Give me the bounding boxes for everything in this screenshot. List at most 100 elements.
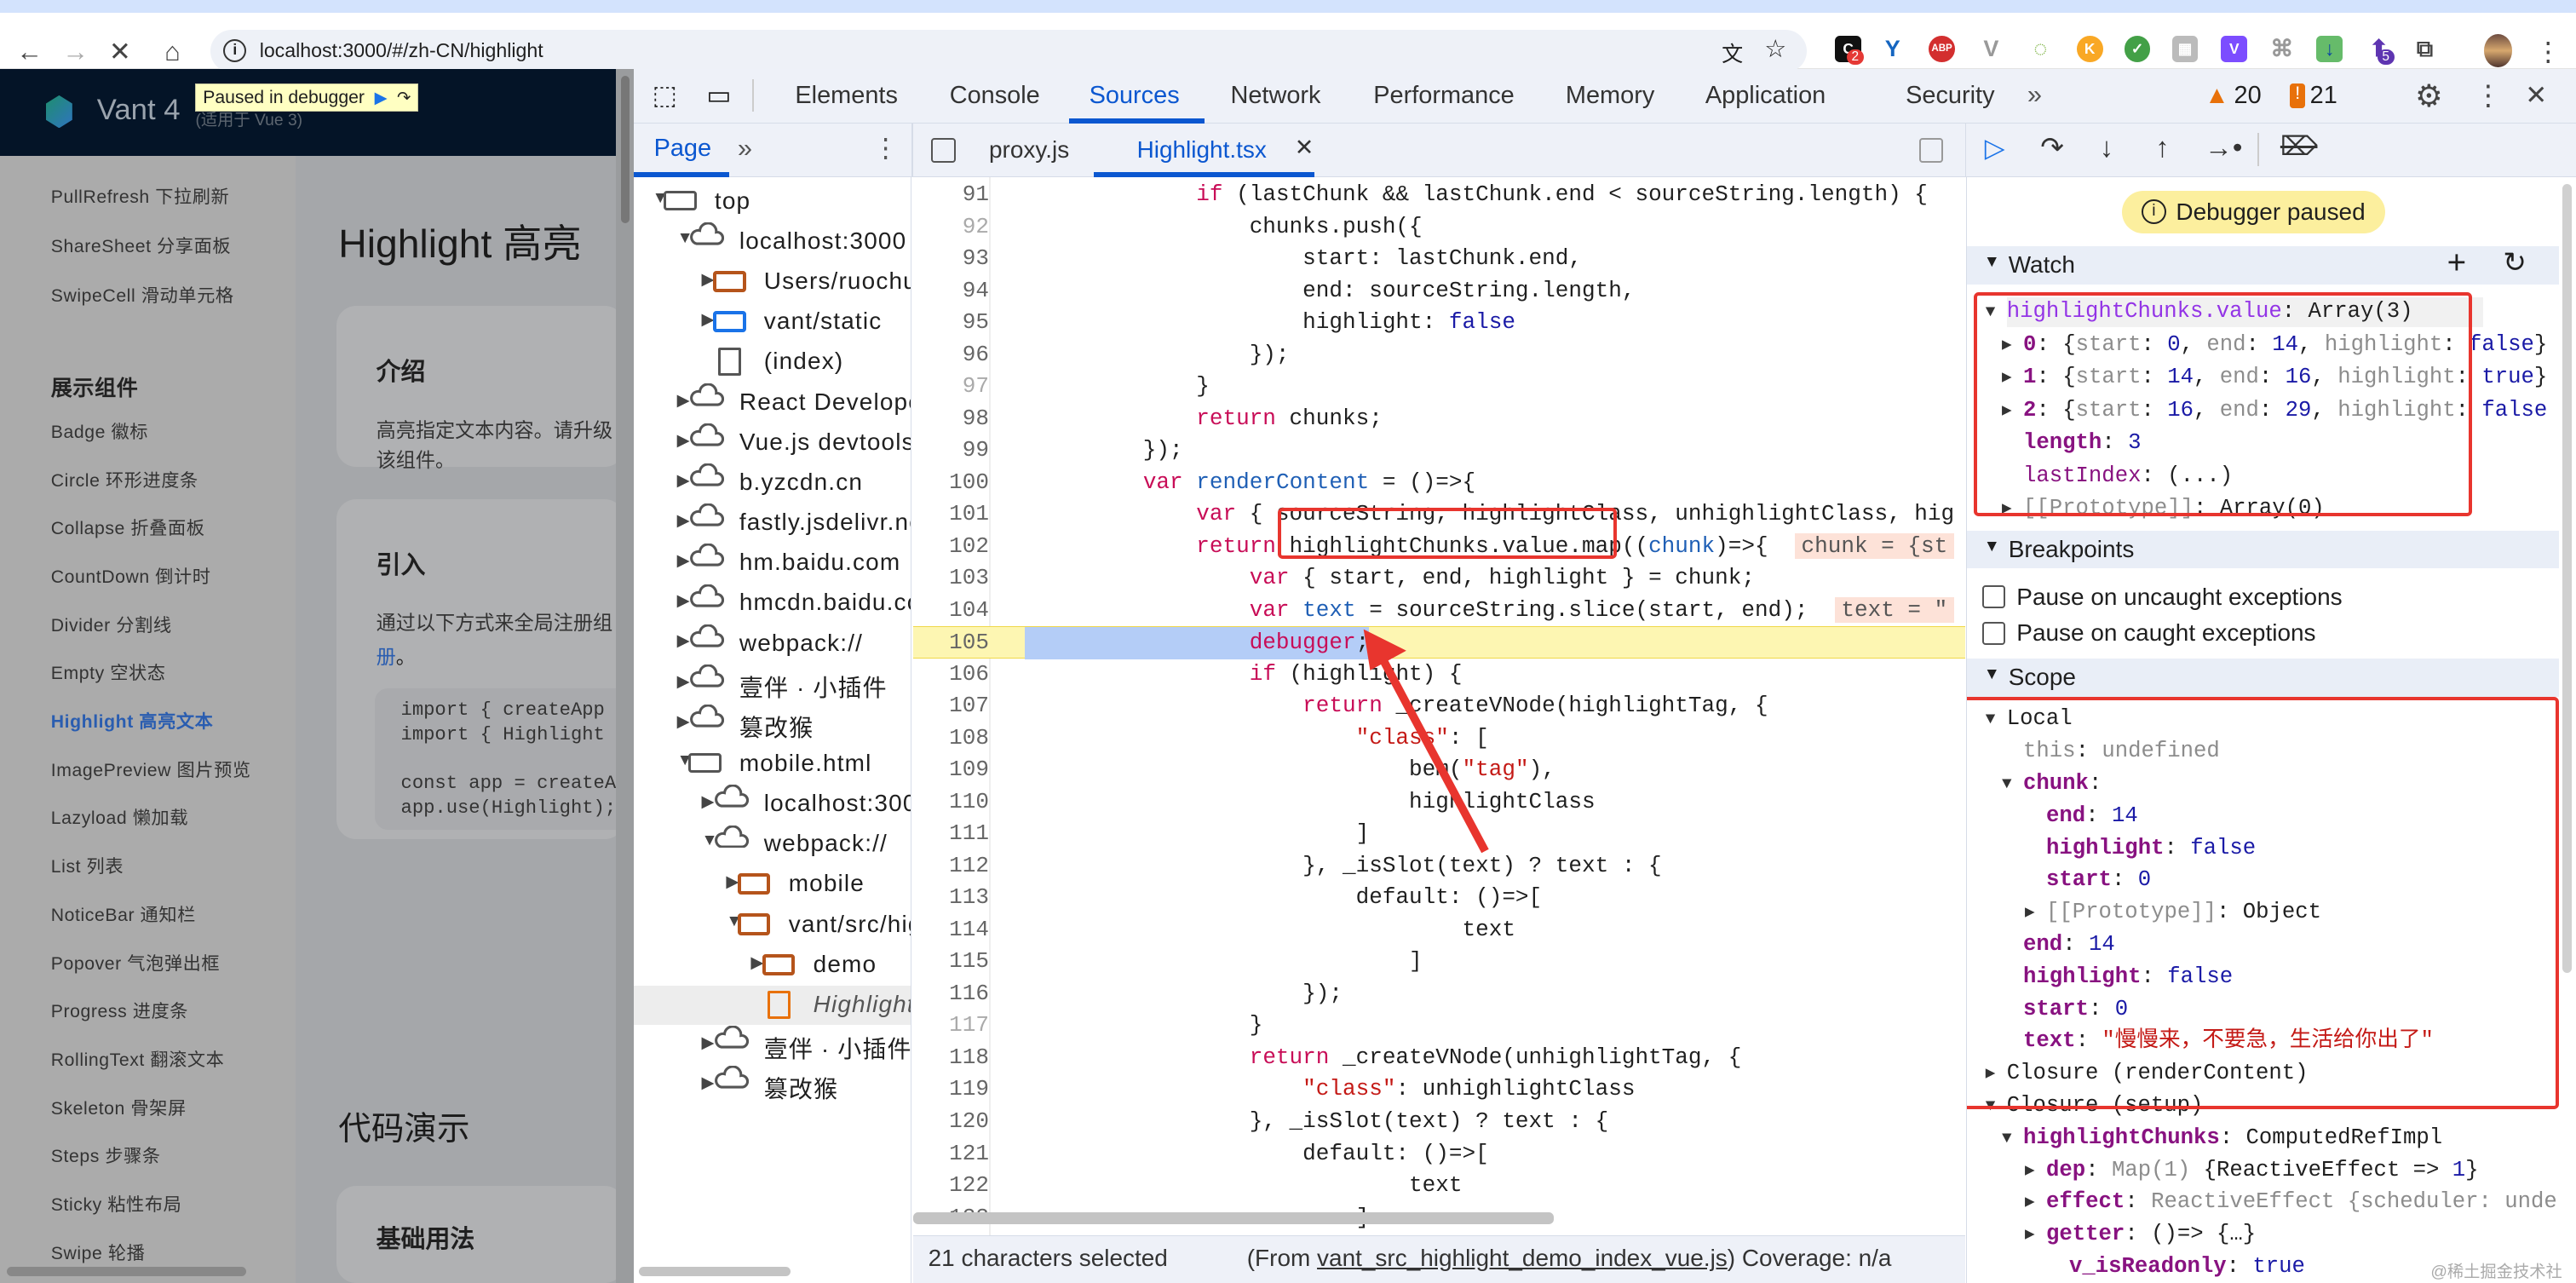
line-number[interactable]: 116	[913, 978, 989, 1010]
source-map-link[interactable]: vant_src_highlight_demo_index_vue.js	[1317, 1245, 1728, 1271]
sidebar-item[interactable]: Divider 分割线	[51, 611, 172, 637]
device-toolbar-icon[interactable]: ▭	[706, 80, 731, 111]
pause-uncaught-option[interactable]: Pause on uncaught exceptions	[1981, 584, 2343, 611]
site-info-icon[interactable]: i	[223, 39, 247, 63]
line-number[interactable]: 94	[913, 275, 989, 307]
errors-counter[interactable]: ! 21	[2290, 82, 2337, 110]
line-number[interactable]: 104	[913, 595, 989, 626]
tree-item[interactable]: ▶ Vue.js devtools	[634, 423, 911, 463]
line-number[interactable]: 93	[913, 243, 989, 274]
line-number[interactable]: 98	[913, 403, 989, 434]
sidebar-item[interactable]: Lazyload 懒加载	[51, 803, 188, 830]
line-number[interactable]: 118	[913, 1042, 989, 1073]
line-number[interactable]: 117	[913, 1010, 989, 1041]
line-number[interactable]: 108	[913, 722, 989, 754]
navigator-menu-icon[interactable]: ⋮	[872, 133, 899, 164]
toggle-debugger-sidebar-icon[interactable]	[1918, 137, 1944, 163]
tree-item[interactable]: ▼ webpack://	[634, 824, 911, 865]
code-line[interactable]: 99 });	[913, 434, 1964, 466]
collapsed-arrow-icon[interactable]: ▶	[2025, 1188, 2035, 1217]
back-icon[interactable]: ←	[11, 34, 47, 70]
line-number[interactable]: 122	[913, 1170, 989, 1201]
pause-caught-option[interactable]: Pause on caught exceptions	[1981, 619, 2316, 647]
extension-icon[interactable]: Y	[1879, 36, 1906, 62]
sidebar-item[interactable]: NoticeBar 通知栏	[51, 900, 196, 927]
tree-item[interactable]: ▶ demo	[634, 946, 911, 985]
more-navigator-tabs-icon[interactable]: »	[738, 133, 752, 164]
sidebar-item[interactable]: SwipeCell 滑动单元格	[51, 281, 234, 308]
sidebar-item[interactable]: CountDown 倒计时	[51, 562, 211, 589]
sidebar-scrollbar[interactable]	[2562, 183, 2573, 973]
sidebar-item[interactable]: PullRefresh 下拉刷新	[51, 182, 230, 209]
variable-row[interactable]: ▼ highlightChunks: ComputedRefImpl	[2002, 1124, 2442, 1154]
line-number[interactable]: 100	[913, 467, 989, 498]
tab-application[interactable]: Application	[1705, 82, 1826, 110]
close-tab-icon[interactable]: ✕	[1295, 135, 1314, 161]
tree-item[interactable]: ▼ top	[634, 182, 911, 222]
extension-icon[interactable]: ▦	[2171, 36, 2199, 63]
tree-item[interactable]: ▶ hmcdn.baidu.co	[634, 584, 911, 624]
stop-icon[interactable]: ✕	[102, 34, 138, 70]
tree-item[interactable]: ▶ 壹伴 · 小插件	[634, 664, 911, 704]
line-number[interactable]: 99	[913, 434, 989, 466]
extension-icon[interactable]: V	[2221, 36, 2248, 63]
sidebar-item[interactable]: Steps 步骤条	[51, 1142, 161, 1168]
checkbox[interactable]	[1981, 621, 2005, 645]
line-number[interactable]: 105	[913, 627, 989, 659]
refresh-watch-icon[interactable]: ↻	[2503, 246, 2526, 279]
extension-icon[interactable]: ↓	[2316, 36, 2343, 63]
line-number[interactable]: 113	[913, 882, 989, 913]
register-link[interactable]: 册	[377, 646, 396, 668]
line-number[interactable]: 107	[913, 690, 989, 722]
code-line[interactable]: 97 }	[913, 371, 1964, 402]
variable-row[interactable]: v_isReadonly: true	[2069, 1252, 2305, 1282]
bookmark-star-icon[interactable]: ☆	[1764, 34, 1786, 64]
line-number[interactable]: 96	[913, 339, 989, 371]
extension-icon[interactable]: ✓	[2124, 36, 2151, 63]
tree-item[interactable]: ▼ vant/src/hig	[634, 906, 911, 945]
tree-item[interactable]: (index)	[634, 343, 911, 383]
collapsed-arrow-icon[interactable]: ▶	[2025, 1220, 2035, 1250]
tree-item[interactable]: ▶ webpack://	[634, 624, 911, 664]
tree-item[interactable]: ▶ 壹伴 · 小插件	[634, 1025, 911, 1065]
line-number[interactable]: 97	[913, 371, 989, 402]
sidebar-item-active[interactable]: Highlight 高亮文本	[51, 707, 214, 734]
tab-elements[interactable]: Elements	[795, 82, 898, 110]
inspect-element-icon[interactable]: ⬚	[653, 80, 677, 111]
code-line[interactable]: 121 default: ()=>[	[913, 1138, 1964, 1170]
sidebar-item[interactable]: Swipe 轮播	[51, 1239, 146, 1265]
sidebar-item[interactable]: ShareSheet 分享面板	[51, 232, 231, 258]
sidebar-item[interactable]: Progress 进度条	[51, 997, 188, 1023]
variable-row[interactable]: ▶ getter: ()=> {…}	[2025, 1220, 2256, 1250]
code-editor[interactable]: 91 if (lastChunk && lastChunk.end < sour…	[913, 177, 1965, 1236]
code-line[interactable]: 113 default: ()=>[	[913, 882, 1964, 913]
line-number[interactable]: 92	[913, 211, 989, 243]
line-number[interactable]: 103	[913, 562, 989, 594]
settings-gear-icon[interactable]: ⚙	[2415, 78, 2443, 114]
deactivate-breakpoints-icon[interactable]: ⌦	[2280, 131, 2318, 162]
sidebar-horizontal-scrollbar[interactable]	[6, 1266, 247, 1277]
code-line[interactable]: 116 });	[913, 978, 1964, 1010]
tab-performance[interactable]: Performance	[1373, 82, 1514, 110]
tree-item[interactable]: ▶ React Develope	[634, 383, 911, 423]
tree-item[interactable]: ▶ 篡改猴	[634, 1065, 911, 1105]
extension-icon[interactable]: ⌘	[2268, 36, 2295, 62]
code-line[interactable]: 98 return chunks;	[913, 403, 1964, 434]
tree-item[interactable]: ▶ hm.baidu.com	[634, 543, 911, 583]
forward-icon[interactable]: →	[57, 34, 93, 70]
line-number[interactable]: 120	[913, 1106, 989, 1137]
warnings-counter[interactable]: ▲ 20	[2205, 82, 2262, 110]
tree-item[interactable]: ▶ b.yzcdn.cn	[634, 463, 911, 503]
editor-tab-proxy[interactable]: proxy.js	[989, 136, 1069, 164]
tree-item[interactable]: ▶ fastly.jsdelivr.ne	[634, 503, 911, 543]
line-number[interactable]: 111	[913, 818, 989, 849]
more-tabs-icon[interactable]: »	[2027, 79, 2042, 110]
code-line[interactable]: 96 });	[913, 339, 1964, 371]
line-number[interactable]: 121	[913, 1138, 989, 1170]
line-number[interactable]: 109	[913, 754, 989, 785]
tab-memory[interactable]: Memory	[1566, 82, 1654, 110]
tab-console[interactable]: Console	[950, 82, 1040, 110]
step-icon[interactable]: →•	[2205, 131, 2242, 164]
editor-tab-highlight[interactable]: Highlight.tsx	[1137, 136, 1267, 164]
code-line[interactable]: 92 chunks.push({	[913, 211, 1964, 243]
